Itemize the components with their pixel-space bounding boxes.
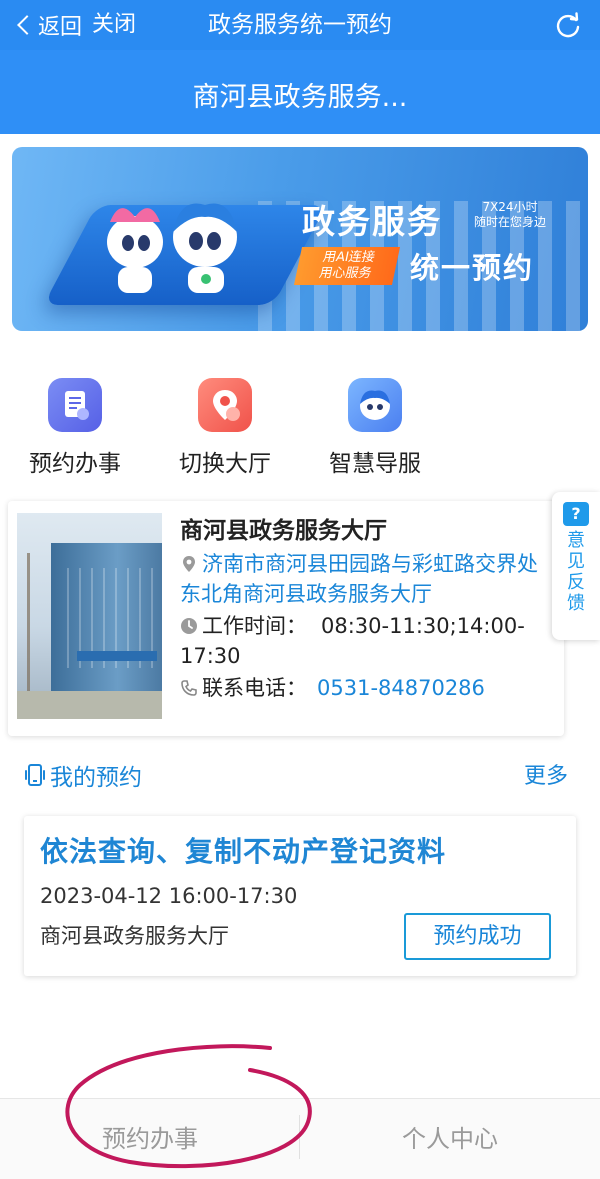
appointment-hall: 商河县政务服务大厅 [40, 924, 229, 948]
action-switch-hall[interactable]: 切换大厅 [160, 378, 290, 478]
appointment-clipboard-icon [48, 378, 102, 432]
appointment-title: 依法查询、复制不动产登记资料 [40, 835, 447, 868]
clock-icon [181, 618, 197, 634]
banner-tagline-line2: 随时在您身边 [474, 215, 547, 229]
building-sign-graphic [77, 651, 157, 661]
action-label: 切换大厅 [179, 451, 271, 477]
action-label: 预约办事 [29, 451, 121, 477]
ground-graphic [17, 691, 162, 719]
hall-phone-row: 联系电话： 0531-84870286 [180, 673, 558, 703]
my-appointments-title: 我的预约 [50, 765, 142, 791]
hall-photo [17, 513, 162, 719]
page-title: 政务服务统一预约 [208, 12, 392, 38]
hall-address: 济南市商河县田园路与彩虹路交界处东北角商河县政务服务大厅 [180, 552, 538, 606]
action-label: 智慧导服 [329, 451, 421, 477]
phone-number-link[interactable]: 0531-84870286 [317, 676, 485, 700]
promo-banner[interactable]: 政务服务 7X24小时 随时在您身边 用AI连接 用心服务 统一预约 [12, 147, 588, 331]
switch-hall-location-icon [198, 378, 252, 432]
appointment-status-button[interactable]: 预约成功 [404, 913, 551, 960]
action-smart-guide[interactable]: 智慧导服 [310, 378, 440, 478]
feedback-label: 意见反馈 [567, 530, 585, 614]
top-navbar: 返回 关闭 政务服务统一预约 [0, 0, 600, 50]
back-label: 返回 [38, 15, 83, 40]
phone-icon [181, 680, 197, 696]
appointment-time: 2023-04-12 16:00-17:30 [40, 884, 298, 908]
banner-main-title: 政务服务 [302, 202, 442, 241]
feedback-tab[interactable]: ? 意见反馈 [552, 492, 600, 640]
mascots-graphic [107, 203, 237, 293]
banner-tag-line2: 用心服务 [317, 266, 373, 281]
more-link[interactable]: 更多 [524, 758, 568, 790]
mobile-phone-icon [25, 764, 45, 786]
phone-label: 联系电话： [202, 676, 307, 700]
hours-label: 工作时间： [202, 614, 307, 638]
smart-guide-mascot-icon [348, 378, 402, 432]
tree-graphic [27, 553, 47, 703]
bottom-tab-bar: 预约办事 个人中心 [0, 1098, 600, 1179]
tab-appointment[interactable]: 预约办事 [0, 1099, 300, 1179]
hall-header: 商河县政务服务... [0, 50, 600, 134]
close-button[interactable]: 关闭 [92, 8, 136, 42]
banner-tag: 用AI连接 用心服务 [293, 247, 401, 285]
location-pin-icon [183, 556, 195, 572]
question-icon: ? [563, 502, 589, 526]
banner-tagline-line1: 7X24小时 [482, 200, 538, 214]
back-button[interactable]: 返回 [16, 8, 82, 42]
banner-tag-line1: 用AI连接 [321, 250, 377, 265]
action-appointment[interactable]: 预约办事 [10, 378, 140, 478]
refresh-icon[interactable] [554, 11, 582, 39]
hall-address-row[interactable]: 济南市商河县田园路与彩虹路交界处东北角商河县政务服务大厅 [180, 549, 558, 609]
my-appointments-header: 我的预约 [24, 758, 142, 792]
appointment-card[interactable]: 依法查询、复制不动产登记资料 2023-04-12 16:00-17:30 商河… [24, 816, 576, 976]
quick-actions: 预约办事 切换大厅 智慧导服 [0, 378, 600, 478]
hall-card[interactable]: 商河县政务服务大厅 济南市商河县田园路与彩虹路交界处东北角商河县政务服务大厅 工… [8, 501, 564, 736]
hall-name: 商河县政务服务大厅 [180, 518, 387, 544]
banner-tagline: 7X24小时 随时在您身边 [474, 200, 546, 230]
hall-info: 商河县政务服务大厅 济南市商河县田园路与彩虹路交界处东北角商河县政务服务大厅 工… [180, 515, 558, 703]
banner-sub-title: 统一预约 [410, 251, 535, 285]
chevron-left-icon [17, 15, 37, 35]
tab-personal-center[interactable]: 个人中心 [300, 1099, 600, 1179]
hall-hours-row: 工作时间： 08:30-11:30;14:00-17:30 [180, 611, 558, 671]
